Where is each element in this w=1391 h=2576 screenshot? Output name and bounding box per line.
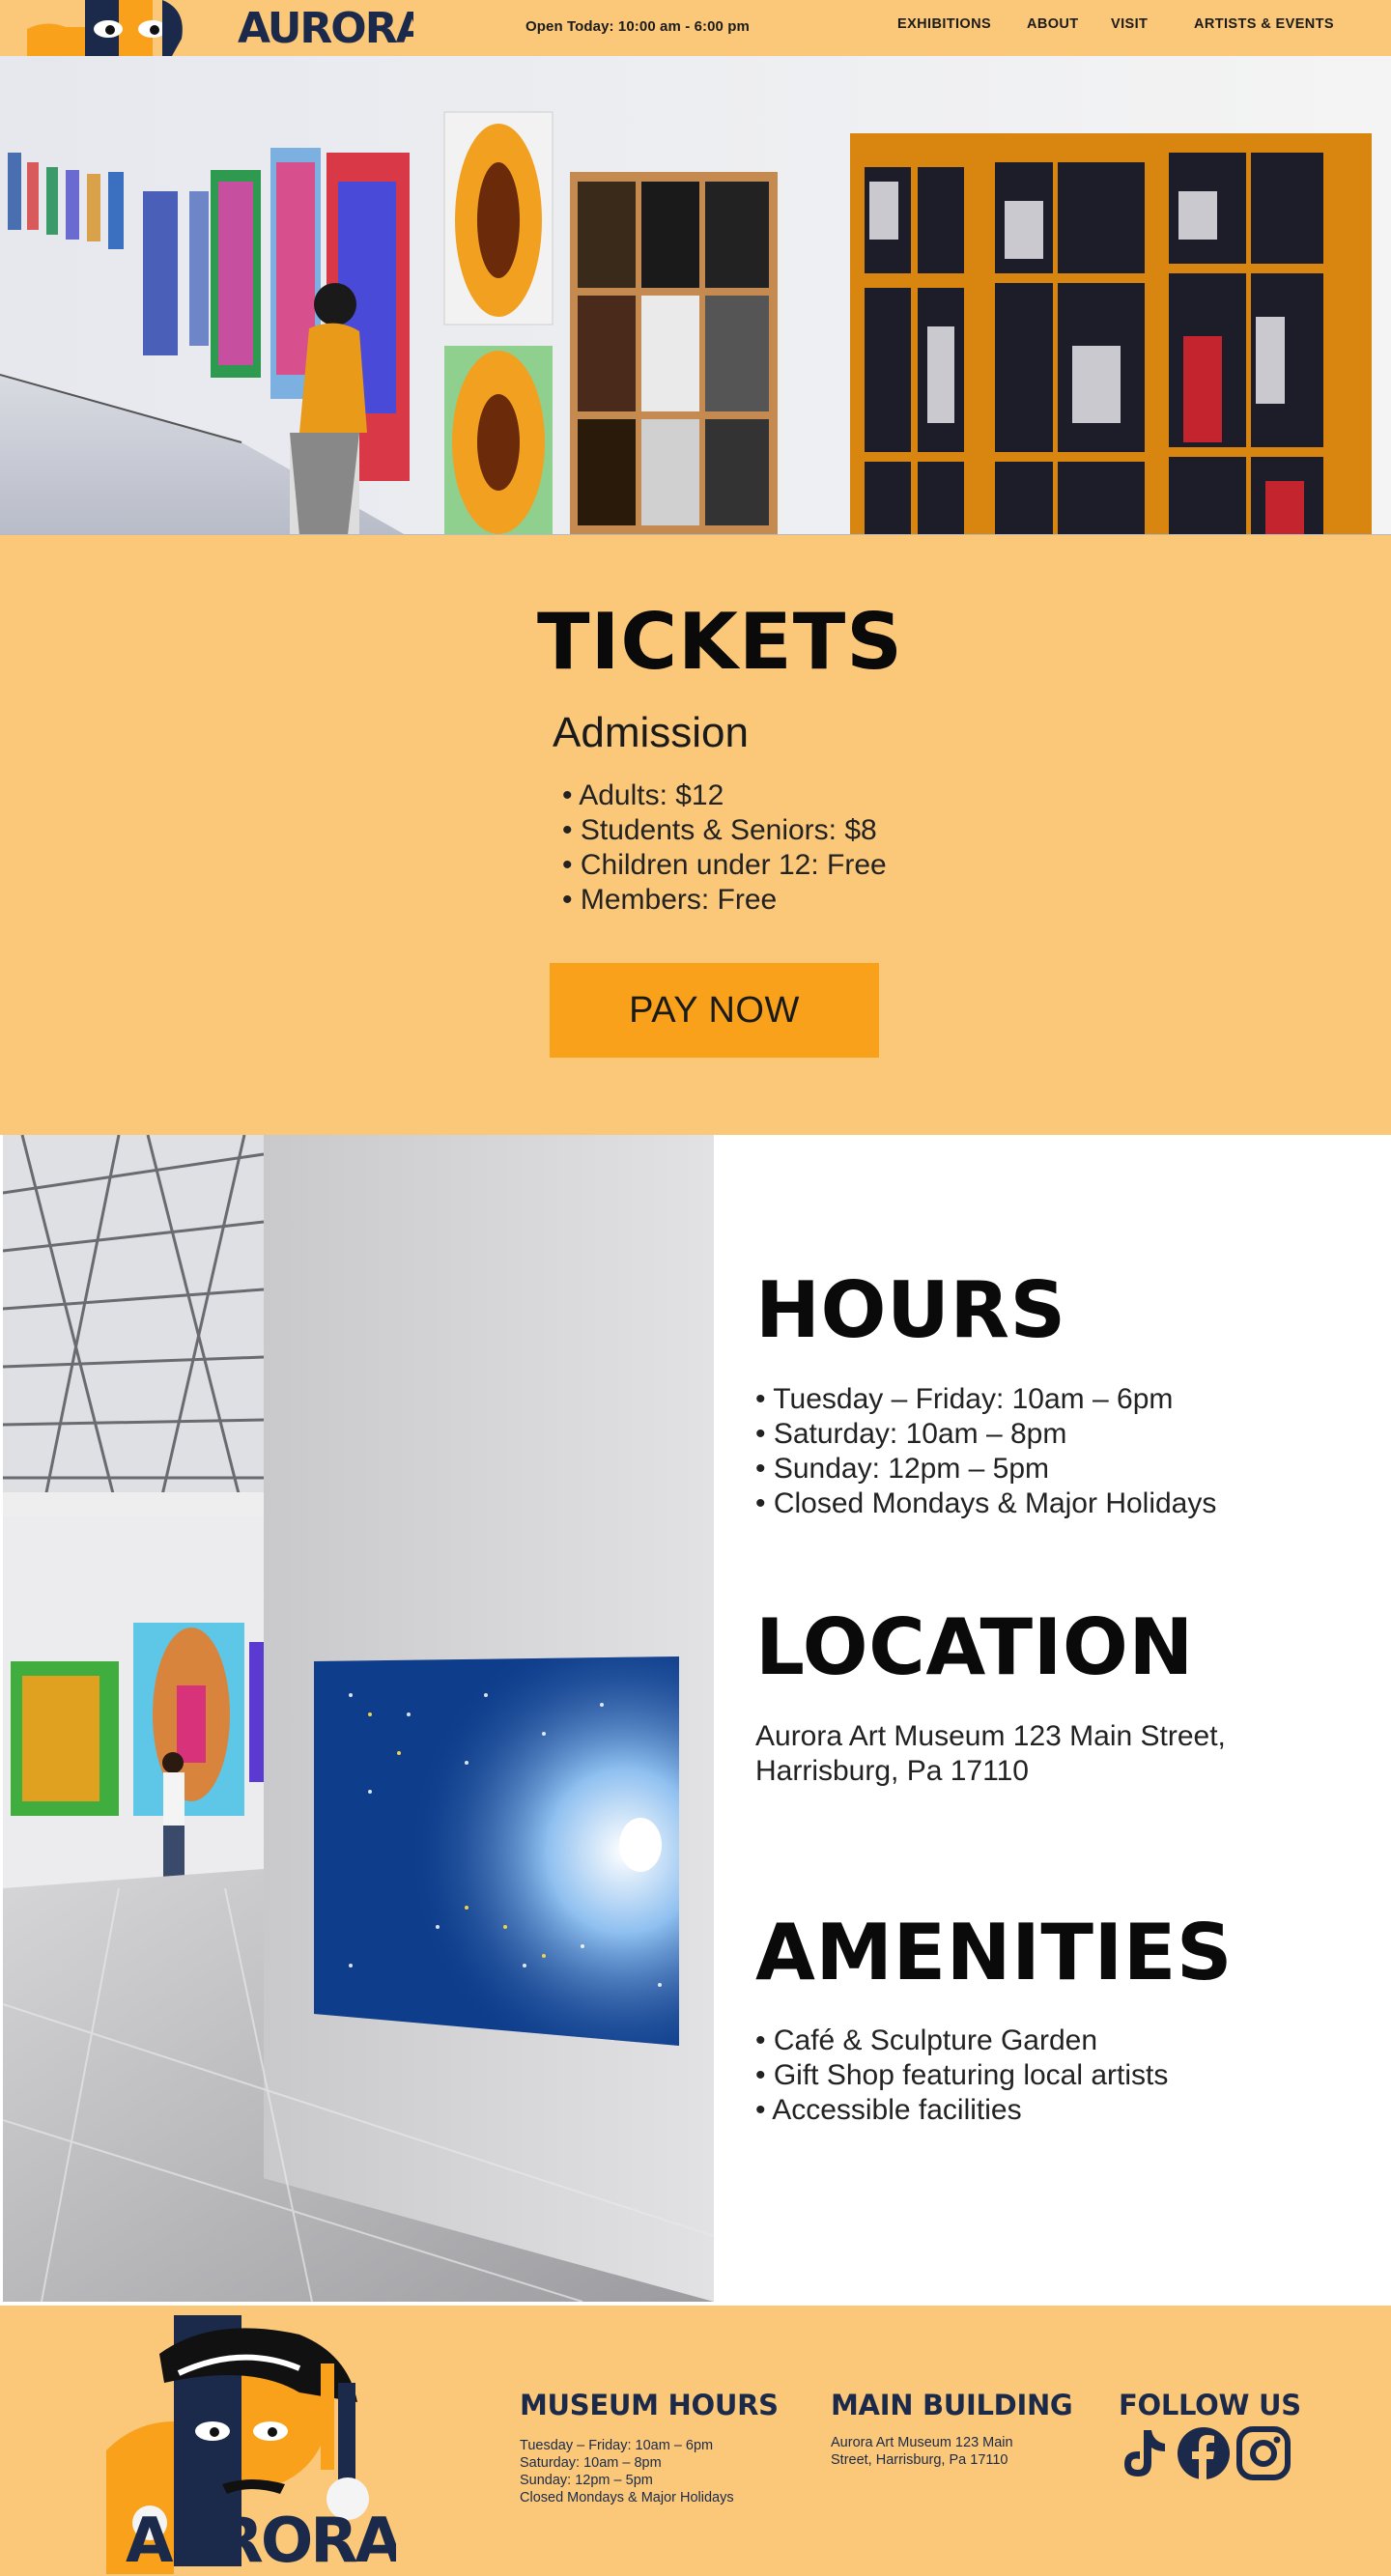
list-item: Saturday: 10am – 8pm	[755, 1417, 1216, 1452]
list-item: Members: Free	[562, 883, 887, 918]
list-item: Tuesday – Friday: 10am – 6pm	[755, 1382, 1216, 1417]
site-header: AURORA Open Today: 10:00 am - 6:00 pm EX…	[0, 0, 1391, 56]
list-item: Saturday: 10am – 8pm	[520, 2455, 662, 2471]
main-building-title: MAIN BUILDING	[831, 2389, 1073, 2421]
footer-address: Aurora Art Museum 123 Main Street, Harri…	[831, 2434, 1013, 2469]
hours-title: HOURS	[755, 1265, 1066, 1355]
nav-artists-events[interactable]: ARTISTS & EVENTS	[1194, 16, 1334, 32]
list-item: Sunday: 12pm – 5pm	[520, 2473, 653, 2488]
price-list: Adults: $12 Students & Seniors: $8 Child…	[562, 778, 887, 918]
list-item: Accessible facilities	[755, 2093, 1168, 2128]
list-item: Closed Mondays & Major Holidays	[755, 1486, 1217, 1521]
pay-now-button[interactable]: PAY NOW	[550, 963, 879, 1058]
tickets-title: TICKETS	[537, 597, 903, 687]
amenities-list: Café & Sculpture Garden Gift Shop featur…	[755, 2024, 1168, 2128]
aurora-footer-logo[interactable]: AURORA	[106, 2315, 396, 2574]
tickets-section: TICKETS Admission Adults: $12 Students &…	[0, 534, 1391, 1135]
address-line: Street, Harrisburg, Pa 17110	[831, 2452, 1008, 2468]
tiktok-icon[interactable]	[1119, 2426, 1171, 2480]
location-address: Aurora Art Museum 123 Main Street, Harri…	[755, 1720, 1226, 1787]
list-item: Café & Sculpture Garden	[755, 2024, 1168, 2058]
open-today-text: Open Today: 10:00 am - 6:00 pm	[525, 18, 750, 35]
admission-subtitle: Admission	[553, 709, 749, 756]
nav-visit[interactable]: VISIT	[1111, 16, 1148, 32]
location-title: LOCATION	[755, 1602, 1194, 1692]
hours-list: Tuesday – Friday: 10am – 6pm Saturday: 1…	[755, 1382, 1216, 1521]
list-item: Children under 12: Free	[562, 848, 887, 883]
list-item: Sunday: 12pm – 5pm	[755, 1452, 1216, 1486]
address-line: Aurora Art Museum 123 Main	[831, 2435, 1013, 2450]
hero-gallery-image	[0, 56, 1391, 535]
site-footer: AURORA MUSEUM HOURS Tuesday – Friday: 10…	[0, 2306, 1391, 2576]
aurora-logo[interactable]: AURORA	[27, 0, 413, 56]
list-item: Adults: $12	[562, 778, 887, 813]
instagram-icon[interactable]	[1236, 2426, 1291, 2480]
logo-text: AURORA	[238, 4, 413, 53]
nav-exhibitions[interactable]: EXHIBITIONS	[897, 16, 991, 32]
visit-info-section: HOURS Tuesday – Friday: 10am – 6pm Satur…	[0, 1135, 1391, 2306]
list-item: Tuesday – Friday: 10am – 6pm	[520, 2438, 714, 2453]
list-item: Students & Seniors: $8	[562, 813, 887, 848]
social-links	[1119, 2426, 1291, 2480]
museum-hours-title: MUSEUM HOURS	[520, 2389, 779, 2421]
list-item: Closed Mondays & Major Holidays	[520, 2490, 734, 2505]
gallery-interior-image	[3, 1135, 714, 2302]
footer-logo-text: AURORA	[126, 2505, 396, 2574]
facebook-icon[interactable]	[1177, 2426, 1231, 2480]
nav-about[interactable]: ABOUT	[1027, 16, 1079, 32]
list-item: Gift Shop featuring local artists	[755, 2058, 1169, 2093]
footer-hours-list: Tuesday – Friday: 10am – 6pm Saturday: 1…	[520, 2437, 734, 2506]
amenities-title: AMENITIES	[755, 1908, 1233, 1997]
follow-us-title: FOLLOW US	[1119, 2389, 1301, 2421]
